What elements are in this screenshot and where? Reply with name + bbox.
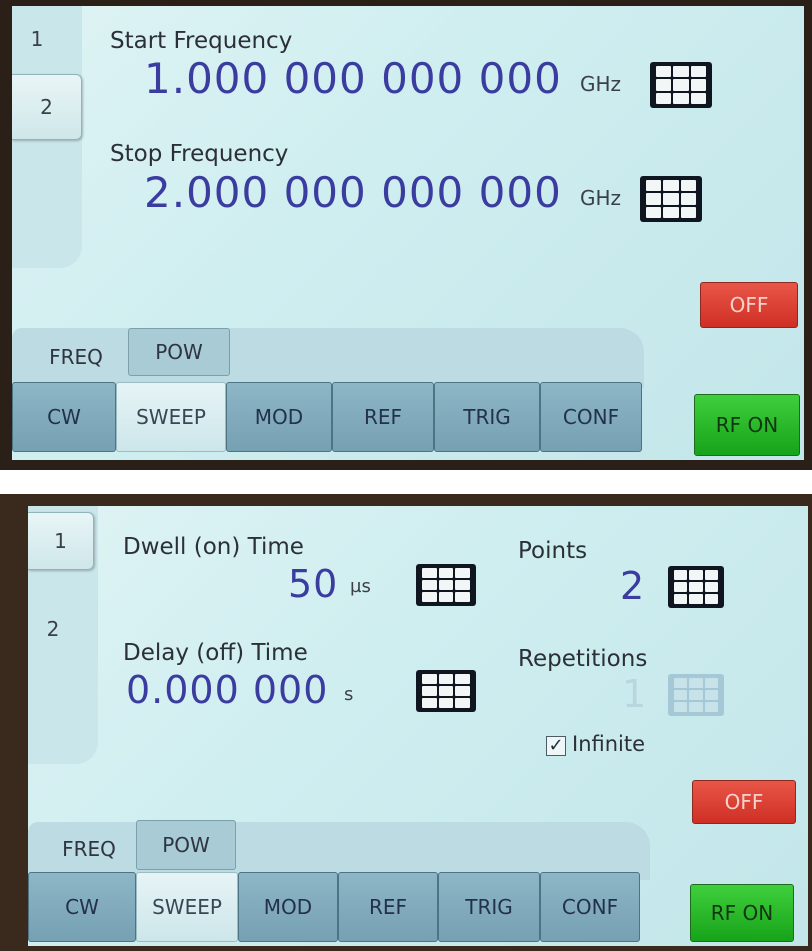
start-frequency-label: Start Frequency <box>110 28 293 54</box>
repetitions-label: Repetitions <box>518 646 648 672</box>
delay-time-value[interactable]: 0.000 000 <box>126 668 328 712</box>
screen-sweep-frequency: 1 2 Start Frequency 1.000 000 000 000 GH… <box>12 6 804 460</box>
tab-cw[interactable]: CW <box>12 382 116 452</box>
subtab-pow[interactable]: POW <box>136 820 236 870</box>
repetitions-keypad-icon <box>668 674 724 716</box>
start-frequency-unit: GHz <box>580 72 622 96</box>
points-label: Points <box>518 538 588 564</box>
channel-tab-2[interactable]: 2 <box>28 600 78 658</box>
subtab-pow[interactable]: POW <box>128 328 230 376</box>
dwell-time-label: Dwell (on) Time <box>123 534 304 560</box>
infinite-label: Infinite <box>572 732 646 756</box>
delay-time-unit: s <box>344 684 354 705</box>
rf-off-button[interactable]: OFF <box>692 780 796 824</box>
tab-cw[interactable]: CW <box>28 872 136 942</box>
tab-sweep[interactable]: SWEEP <box>136 872 238 942</box>
rf-off-button[interactable]: OFF <box>700 282 798 328</box>
tab-ref[interactable]: REF <box>332 382 434 452</box>
main-tab-bar: CW SWEEP MOD REF TRIG CONF <box>28 872 646 942</box>
tab-trig[interactable]: TRIG <box>438 872 540 942</box>
start-frequency-keypad-icon[interactable] <box>650 62 712 108</box>
delay-time-keypad-icon[interactable] <box>416 670 476 712</box>
tab-trig[interactable]: TRIG <box>434 382 540 452</box>
stop-frequency-label: Stop Frequency <box>110 141 289 167</box>
delay-time-label: Delay (off) Time <box>123 640 308 666</box>
main-tab-bar: CW SWEEP MOD REF TRIG CONF <box>12 382 652 452</box>
rf-on-button[interactable]: RF ON <box>694 394 800 456</box>
channel-tab-1[interactable]: 1 <box>28 512 94 570</box>
rf-on-button[interactable]: RF ON <box>690 884 794 942</box>
infinite-checkbox[interactable]: ✓ <box>546 736 566 756</box>
dwell-time-unit: µs <box>350 576 371 597</box>
tab-conf[interactable]: CONF <box>540 872 640 942</box>
dwell-time-keypad-icon[interactable] <box>416 564 476 606</box>
screen-sweep-timing: 1 2 Dwell (on) Time 50 µs Delay (off) Ti… <box>28 506 808 946</box>
stop-frequency-unit: GHz <box>580 186 622 210</box>
tab-conf[interactable]: CONF <box>540 382 642 452</box>
tab-ref[interactable]: REF <box>338 872 438 942</box>
points-keypad-icon[interactable] <box>668 566 724 608</box>
repetitions-value: 1 <box>622 672 648 716</box>
stop-frequency-value[interactable]: 2.000 000 000 000 <box>144 168 562 217</box>
tab-mod[interactable]: MOD <box>238 872 338 942</box>
start-frequency-value[interactable]: 1.000 000 000 000 <box>144 54 562 103</box>
tab-sweep[interactable]: SWEEP <box>116 382 226 452</box>
points-value[interactable]: 2 <box>620 564 645 608</box>
subtab-freq[interactable]: FREQ <box>32 334 120 380</box>
dwell-time-value[interactable]: 50 <box>288 562 338 606</box>
tab-mod[interactable]: MOD <box>226 382 332 452</box>
subtab-freq[interactable]: FREQ <box>44 826 134 872</box>
channel-tab-1[interactable]: 1 <box>12 10 62 68</box>
stop-frequency-keypad-icon[interactable] <box>640 176 702 222</box>
channel-tab-2[interactable]: 2 <box>12 74 82 140</box>
